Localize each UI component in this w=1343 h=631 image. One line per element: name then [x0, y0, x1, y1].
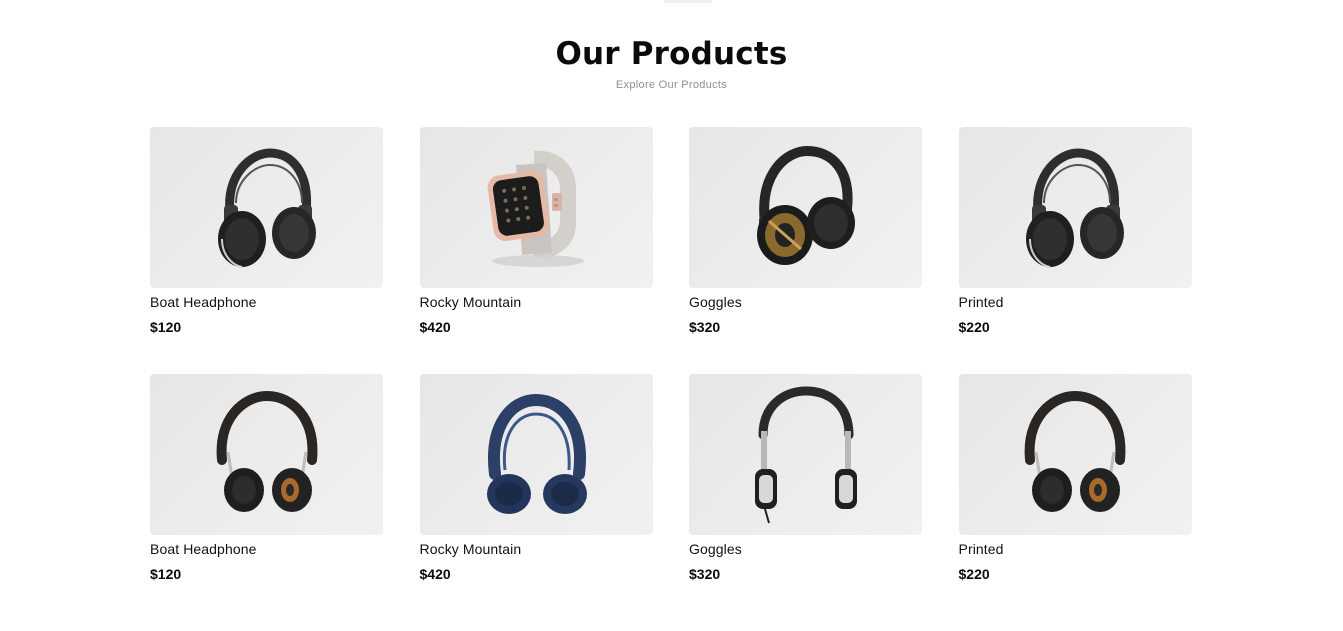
product-card[interactable]: Goggles $320 [689, 374, 922, 590]
product-image[interactable] [689, 127, 922, 288]
product-image[interactable] [150, 127, 383, 288]
product-name[interactable]: Printed [959, 541, 1192, 557]
headphone-leather-icon [1024, 390, 1126, 512]
product-price: $120 [150, 566, 182, 582]
product-name[interactable]: Printed [959, 294, 1192, 310]
top-divider [664, 0, 712, 3]
product-name[interactable]: Rocky Mountain [420, 541, 653, 557]
product-image[interactable] [689, 374, 922, 535]
product-name[interactable]: Goggles [689, 294, 922, 310]
product-price: $220 [958, 566, 990, 582]
product-card[interactable]: Printed $220 [958, 127, 1192, 343]
product-image[interactable] [958, 374, 1192, 535]
product-price: $120 [150, 319, 182, 335]
product-price: $420 [419, 319, 451, 335]
product-card[interactable]: Boat Headphone $120 [150, 127, 383, 343]
product-image[interactable] [419, 127, 653, 288]
product-name[interactable]: Rocky Mountain [420, 294, 653, 310]
product-image[interactable] [150, 374, 383, 535]
product-image[interactable] [958, 127, 1192, 288]
page-subtitle: Explore Our Products [615, 79, 728, 91]
page-title: Our Products [555, 36, 788, 72]
product-price: $420 [419, 566, 451, 582]
headphone-leather-icon [216, 390, 317, 512]
product-name[interactable]: Goggles [689, 541, 922, 557]
headphone-blue-icon [487, 393, 587, 514]
product-name[interactable]: Boat Headphone [150, 541, 383, 557]
product-card[interactable]: Goggles $320 [689, 127, 922, 343]
product-image[interactable] [419, 374, 653, 535]
headphone-dj-icon [754, 385, 857, 523]
headphone-gold-icon [756, 145, 855, 265]
product-price: $320 [689, 566, 721, 582]
product-grid: Boat Headphone $120 Rocky Mountain $420 … [150, 127, 1192, 590]
product-card[interactable]: Rocky Mountain $420 [419, 374, 653, 590]
product-name[interactable]: Boat Headphone [150, 294, 383, 310]
product-card[interactable]: Rocky Mountain $420 [419, 127, 653, 343]
headphone-dark-icon [217, 147, 316, 268]
product-card[interactable]: Printed $220 [958, 374, 1192, 590]
section-header: Our Products Explore Our Products [0, 34, 1343, 92]
product-card[interactable]: Boat Headphone $120 [150, 374, 383, 590]
product-price: $320 [689, 319, 721, 335]
headphone-dark-icon [1026, 147, 1124, 268]
product-price: $220 [958, 319, 990, 335]
smartwatch-icon [487, 150, 584, 267]
